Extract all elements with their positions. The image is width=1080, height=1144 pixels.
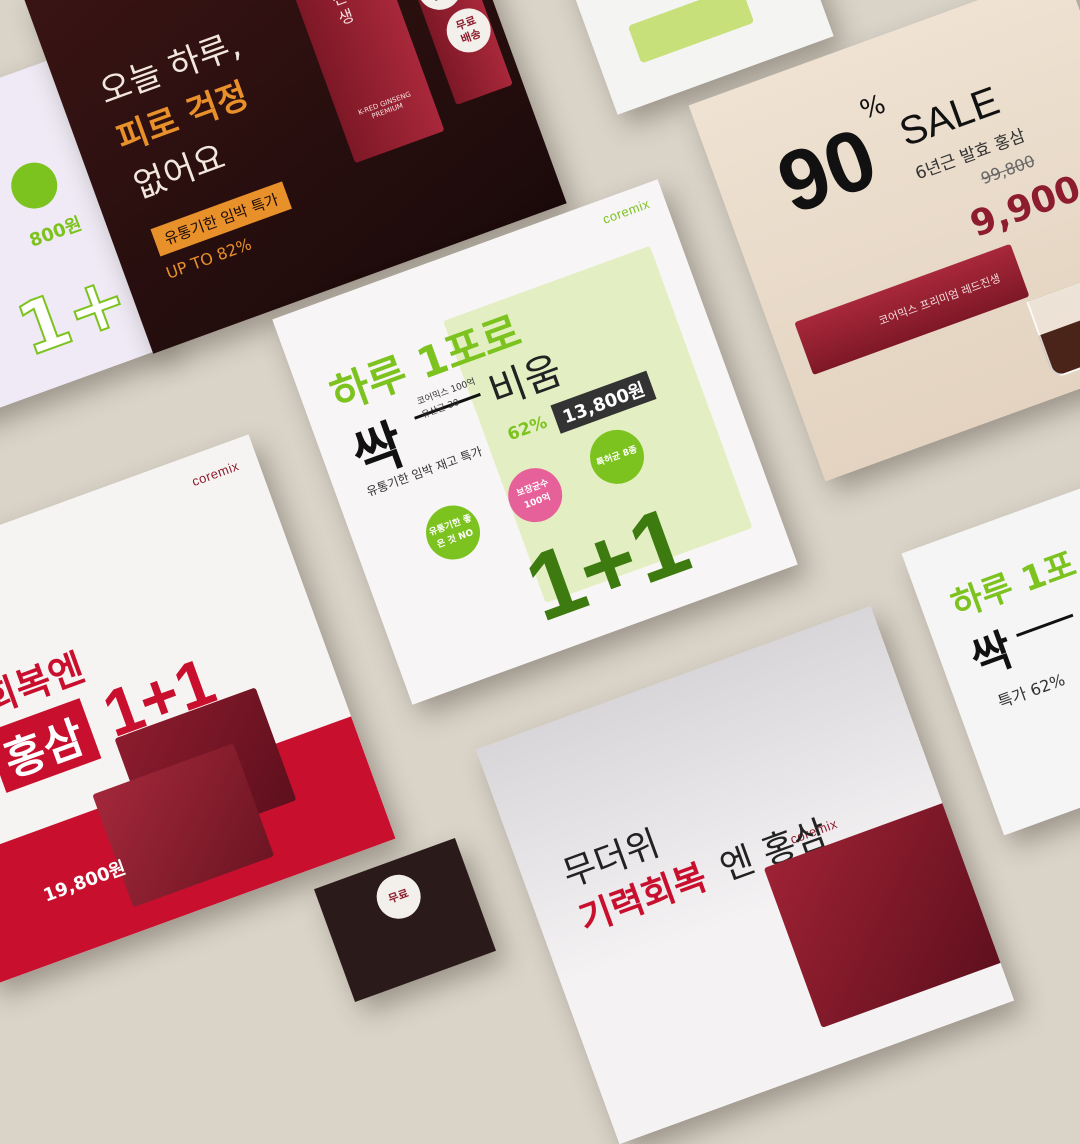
sale-number: 90 bbox=[765, 109, 889, 233]
bubble-expiry: 유통기한 좋은 것 NO bbox=[418, 497, 488, 568]
card-sale: 90 % SALE 6년근 발효 홍삼 99,800 9,900 코어믹스 프리… bbox=[688, 0, 1080, 482]
lime-badge bbox=[4, 156, 64, 216]
right-sub: 싹 bbox=[964, 624, 1020, 687]
small-badge-text: 무료 bbox=[386, 886, 411, 906]
bubble-strains-text: 특허균 8종 bbox=[595, 444, 639, 469]
product-name: 레드진생 bbox=[329, 0, 357, 29]
sale-product-stick: 코어믹스 프리미엄 레드진생 bbox=[794, 243, 1030, 376]
badge-days-unit: 일분 bbox=[430, 0, 454, 4]
card-bottom: coremix 무더위 기력회복 엔 홍삼 bbox=[475, 605, 1015, 1144]
bubble-expiry-text: 유통기한 좋은 것 NO bbox=[427, 513, 475, 551]
product-en: K-RED GINSENG PREMIUM bbox=[357, 90, 413, 121]
product-glimpse bbox=[627, 0, 755, 64]
product-stick: 레드진생 K-RED GINSENG PREMIUM bbox=[269, 0, 445, 164]
brand-logo: coremix bbox=[600, 195, 652, 227]
sale-product-name: 코어믹스 프리미엄 레드진생 bbox=[876, 271, 1003, 328]
small-badge: 무료 bbox=[370, 868, 427, 925]
bubble-count-text: 보장균수 100억 bbox=[515, 478, 553, 512]
card-small-dark: 무료 bbox=[314, 837, 496, 1003]
price-tail: 800원 bbox=[26, 213, 85, 252]
right-headline: 하루 1포 bbox=[946, 544, 1080, 626]
glass-cup bbox=[1026, 276, 1080, 379]
sale-pct: % bbox=[856, 89, 890, 126]
brand-logo-red-card: coremix bbox=[189, 458, 241, 490]
right-strike bbox=[1016, 613, 1074, 638]
